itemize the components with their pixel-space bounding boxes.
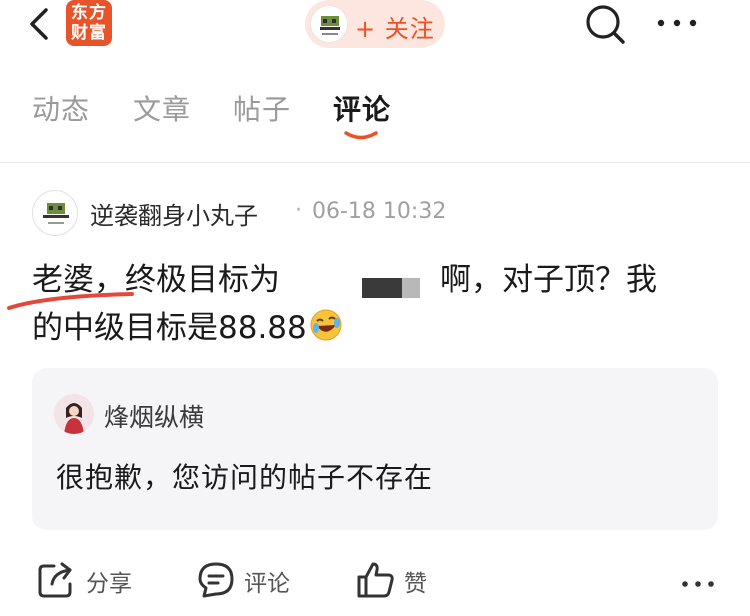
meta-separator: ·	[295, 198, 302, 223]
search-button[interactable]	[583, 2, 627, 46]
comment-icon	[198, 562, 234, 598]
user-avatar	[310, 5, 348, 43]
more-button[interactable]	[655, 10, 699, 36]
thumbs-up-icon	[357, 562, 394, 598]
tab-dynamic[interactable]: 动态	[32, 88, 90, 128]
tab-posts[interactable]: 帖子	[233, 88, 291, 128]
share-icon	[38, 562, 72, 598]
redaction-mark	[362, 278, 402, 298]
handwritten-underline	[7, 292, 134, 310]
eastmoney-logo: 东方 财富	[66, 0, 112, 46]
rofl-emoji-icon	[310, 309, 342, 341]
action-bar: 分享 评论 赞	[0, 552, 750, 608]
back-button[interactable]	[22, 4, 62, 44]
share-button[interactable]: 分享	[36, 560, 146, 600]
comment-label: 评论	[244, 571, 290, 597]
follow-button[interactable]: + 关注	[305, 0, 445, 48]
quoted-author-avatar	[54, 394, 94, 434]
author-avatar[interactable]	[32, 190, 78, 236]
like-button[interactable]: 赞	[356, 560, 446, 600]
more-dots-icon	[657, 19, 697, 27]
quoted-post[interactable]: 烽烟纵横 很抱歉，您访问的帖子不存在	[32, 368, 718, 530]
quoted-author-name[interactable]: 烽烟纵横	[104, 398, 204, 434]
search-icon	[586, 5, 625, 44]
top-bar: 东方 财富 + 关注	[0, 0, 750, 60]
quoted-post-text: 很抱歉，您访问的帖子不存在	[56, 461, 434, 494]
action-more-button[interactable]	[680, 560, 716, 600]
follow-label: + 关注	[355, 15, 435, 43]
profile-tabs: 动态 文章 帖子 评论	[0, 78, 750, 142]
chevron-left-icon	[30, 8, 48, 40]
active-tab-indicator	[344, 131, 378, 140]
like-label: 赞	[404, 571, 427, 597]
tab-comments[interactable]: 评论	[333, 88, 391, 128]
more-dots-icon	[682, 581, 714, 587]
share-label: 分享	[86, 571, 132, 597]
comment-text-line2: 的中级目标是88.88	[32, 310, 307, 346]
post-time: 06-18 10:32	[312, 199, 447, 224]
tab-articles[interactable]: 文章	[133, 88, 191, 128]
redaction-mark-light	[402, 278, 420, 298]
comment-button[interactable]: 评论	[196, 560, 306, 600]
comment-text-end: 啊，对子顶？我	[440, 262, 657, 298]
divider	[0, 162, 750, 163]
author-name[interactable]: 逆袭翻身小丸子	[90, 196, 258, 231]
